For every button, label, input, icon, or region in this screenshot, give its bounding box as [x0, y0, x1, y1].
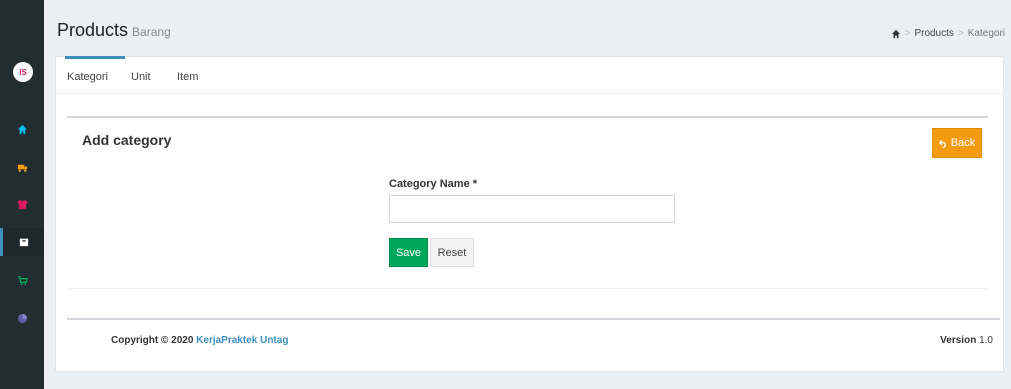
shirt-icon	[16, 199, 28, 209]
breadcrumb-separator: >	[957, 28, 964, 39]
panel-divider	[67, 288, 988, 289]
sidebar-item-transaction[interactable]	[0, 266, 44, 294]
footer-version: Version 1.0	[940, 335, 993, 346]
category-name-label: Category Name *	[389, 178, 478, 190]
back-button-label: Back	[950, 137, 976, 149]
main-box: Kategori Unit Item Add category Back Cat…	[55, 56, 1004, 372]
breadcrumb-item-kategori: Kategori	[967, 28, 1005, 39]
reset-button[interactable]: Reset	[430, 238, 474, 267]
breadcrumb-separator: >	[904, 28, 911, 39]
breadcrumb-item-products[interactable]: Products	[914, 28, 953, 39]
page-title-text: Products	[57, 20, 129, 40]
back-button[interactable]: Back	[932, 128, 982, 158]
page-subtitle: Barang	[132, 25, 171, 39]
footer-divider	[67, 318, 1000, 320]
app-logo-text: IS	[19, 67, 27, 77]
content-wrapper: Products Barang > Products > Kategori Kat…	[44, 0, 1011, 389]
sidebar-item-home[interactable]	[0, 115, 44, 143]
company-link[interactable]: KerjaPraktek Untag	[196, 335, 288, 346]
panel-title: Add category	[82, 132, 172, 148]
tab-unit[interactable]: Unit	[131, 71, 151, 83]
copyright-text: Copyright © 2020	[111, 335, 194, 346]
tab-bar: Kategori Unit Item	[56, 56, 1003, 94]
truck-icon	[17, 164, 27, 172]
box-icon	[19, 238, 28, 247]
undo-icon	[938, 139, 946, 148]
sidebar: IS	[0, 0, 44, 389]
version-label: Version	[940, 335, 977, 346]
category-name-input[interactable]	[389, 195, 675, 223]
sidebar-item-products[interactable]	[0, 228, 44, 256]
home-icon	[17, 124, 27, 134]
tab-item[interactable]: Item	[177, 71, 198, 83]
sidebar-item-customers[interactable]	[0, 190, 44, 218]
sidebar-item-supplier[interactable]	[0, 153, 44, 181]
save-button[interactable]: Save	[389, 238, 428, 267]
tab-kategori[interactable]: Kategori	[65, 56, 125, 83]
page-title: Products Barang	[57, 20, 171, 41]
breadcrumb: > Products > Kategori	[891, 28, 1005, 39]
sidebar-item-reports[interactable]	[0, 304, 44, 332]
footer-copyright: Copyright © 2020 KerjaPraktek Untag	[111, 335, 288, 346]
cart-icon	[17, 275, 28, 285]
chart-icon	[17, 313, 27, 323]
version-value: 1.0	[979, 335, 993, 346]
panel-border-top	[67, 116, 988, 118]
home-icon[interactable]	[891, 29, 901, 39]
app-logo[interactable]: IS	[13, 62, 33, 82]
